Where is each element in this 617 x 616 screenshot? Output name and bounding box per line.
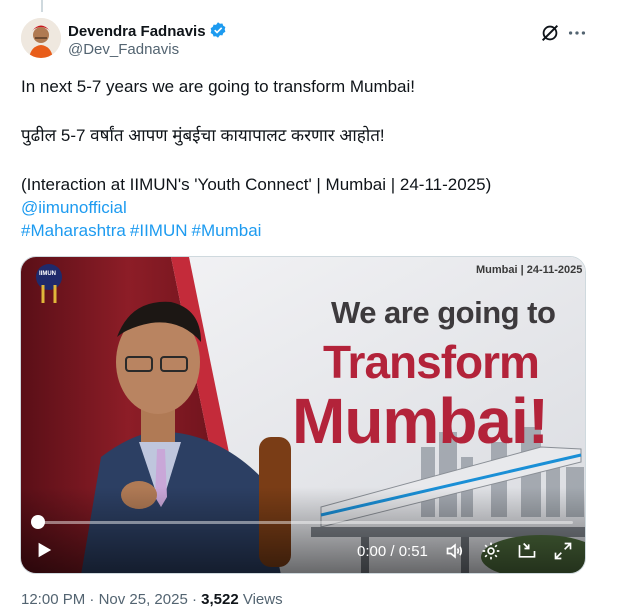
views-count: 3,522	[201, 591, 239, 608]
avatar[interactable]	[21, 18, 61, 58]
media-headline-line2: Transform	[323, 336, 540, 388]
mention-link[interactable]: @iimunofficial	[21, 197, 127, 219]
video-progress-bar[interactable]	[37, 521, 573, 524]
grok-icon[interactable]	[539, 22, 561, 44]
tweet-text-marathi: पुढील 5-7 वर्षांत आपण मुंबईचा कायापालट क…	[21, 126, 385, 145]
hashtag-link[interactable]: #IIMUN	[130, 221, 188, 240]
thread-connector-line	[41, 0, 43, 12]
tweet-text-english: In next 5-7 years we are going to transf…	[21, 77, 416, 96]
tweet-text-event: (Interaction at IIMUN's 'Youth Connect' …	[21, 175, 492, 194]
media-date-label: Mumbai | 24-11-2025	[476, 264, 583, 276]
video-player[interactable]: IIMUN Mumbai | 24-11-2025 We are going t…	[20, 256, 586, 574]
video-scrubber-handle[interactable]	[31, 515, 45, 529]
play-icon[interactable]	[35, 541, 53, 559]
tweet-date[interactable]: Nov 25, 2025	[99, 591, 188, 608]
hashtag-link[interactable]: #Mumbai	[192, 221, 262, 240]
more-icon[interactable]	[566, 22, 588, 44]
hashtag-list: #Maharashtra #IIMUN #Mumbai	[21, 220, 265, 242]
views-label: Views	[242, 591, 283, 608]
verified-badge-icon	[210, 22, 225, 38]
tweet-card[interactable]: Devendra Fadnavis @Dev_Fadnavis In next …	[0, 0, 617, 616]
author-handle[interactable]: @Dev_Fadnavis	[68, 41, 179, 59]
media-headline-line1: We are going to	[331, 295, 556, 330]
meta-separator: ·	[191, 591, 197, 608]
settings-icon[interactable]	[481, 541, 501, 561]
tweet-meta-footer: 12:00 PM · Nov 25, 2025 · 3,522 Views	[21, 591, 283, 609]
volume-icon[interactable]	[445, 541, 465, 561]
media-headline-line3: Mumbai!	[292, 385, 549, 457]
meta-separator: ·	[89, 591, 95, 608]
fullscreen-icon[interactable]	[553, 541, 573, 561]
tweet-time[interactable]: 12:00 PM	[21, 591, 85, 608]
author-name-text[interactable]: Devendra Fadnavis	[68, 23, 206, 40]
hashtag-link[interactable]: #Maharashtra	[21, 221, 126, 240]
media-logo: IIMUN	[39, 271, 56, 277]
pip-icon[interactable]	[517, 541, 537, 561]
video-time-display: 0:00 / 0:51	[357, 543, 428, 560]
video-controls-backdrop	[21, 487, 585, 573]
author-name[interactable]: Devendra Fadnavis	[68, 21, 227, 41]
